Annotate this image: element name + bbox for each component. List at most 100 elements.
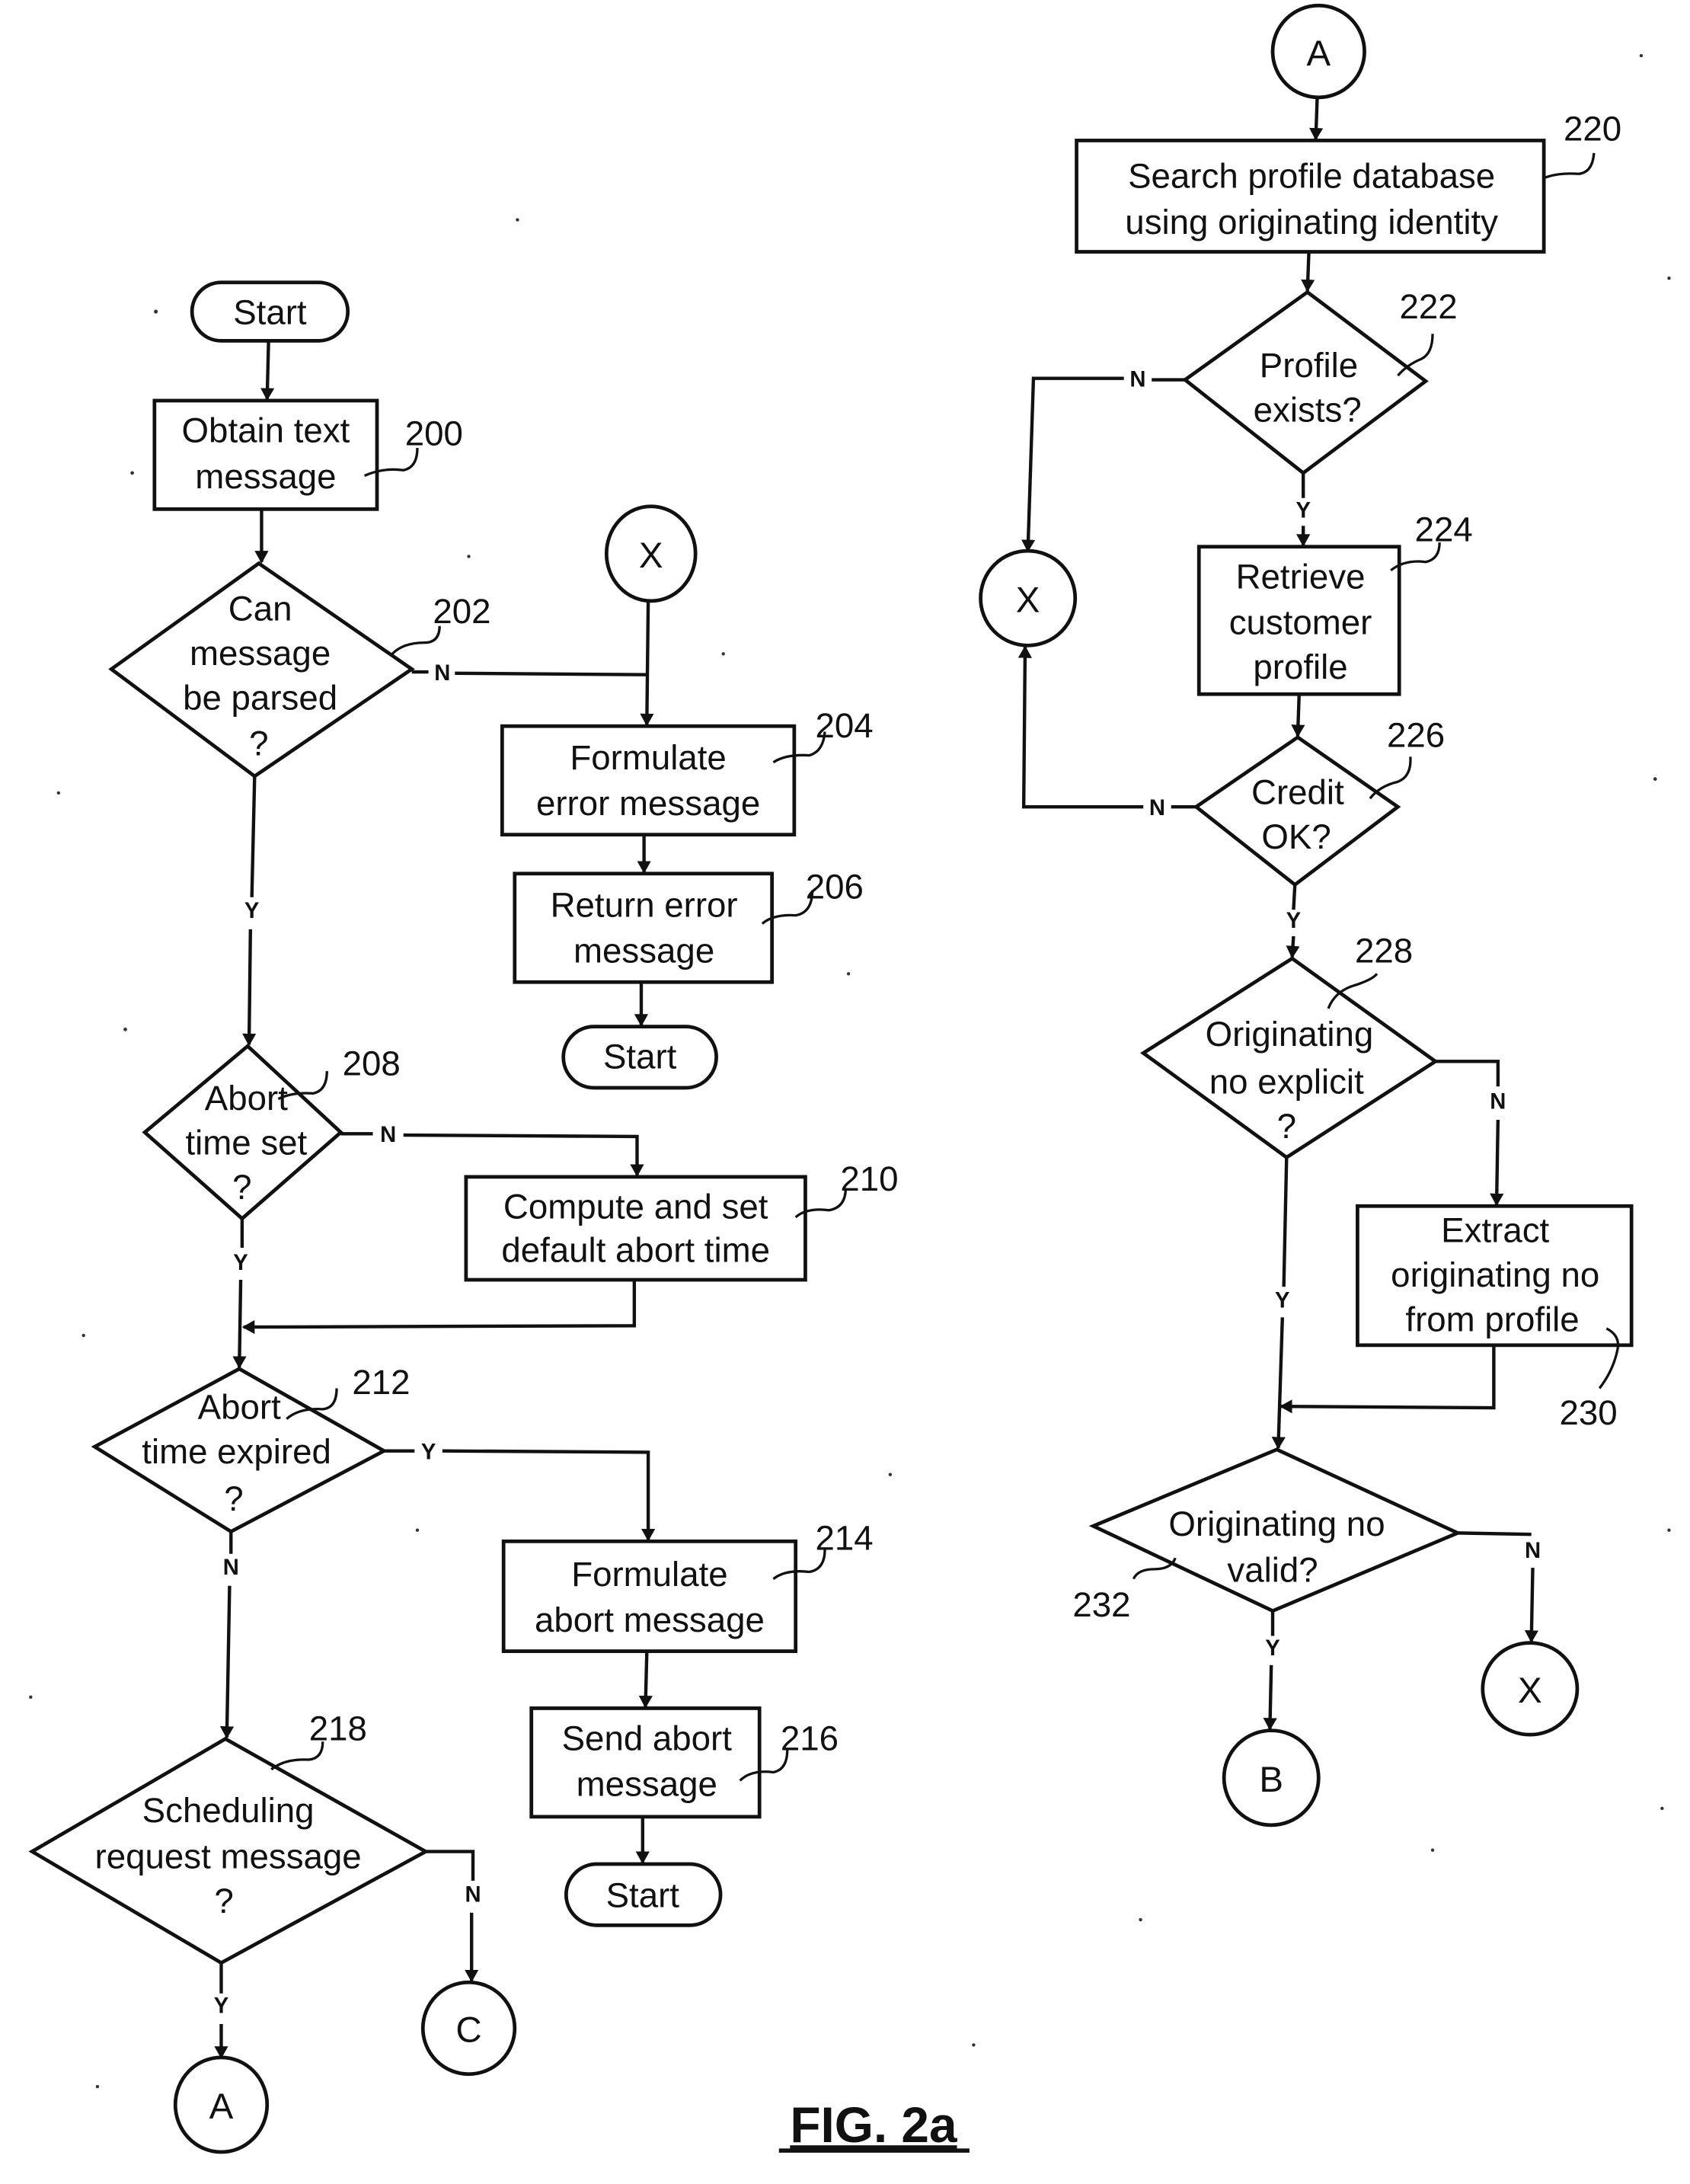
step-218-line-1: Scheduling: [142, 1791, 315, 1830]
step-204-line-2: error message: [536, 784, 760, 823]
yes-label-218: Y: [214, 1994, 228, 2018]
process-204-formulate-error-message: Formulate error message 204: [500, 706, 874, 837]
ref-206: 206: [806, 868, 864, 907]
decision-208-abort-time-set: Abort time set ? 208: [142, 1044, 401, 1221]
line-202-no-b: [455, 671, 647, 676]
ref-220: 220: [1564, 109, 1621, 148]
no-label-226: N: [1149, 796, 1165, 820]
no-label-222: N: [1129, 368, 1145, 392]
arrow-x-to-204: [640, 600, 654, 727]
arrow-208-no-to-210: [403, 1133, 644, 1177]
arrow-214-to-216: [638, 1652, 653, 1709]
ref-204: 204: [816, 706, 874, 745]
step-218-line-3: ?: [214, 1882, 233, 1920]
process-206-return-error-message: Return error message 206: [513, 868, 864, 984]
yes-label-212: Y: [421, 1441, 436, 1465]
line-228-yes-a: [1282, 1157, 1289, 1287]
step-228-line-1: Originating: [1206, 1015, 1374, 1054]
step-212-line-2: time expired: [142, 1432, 331, 1471]
line-218-no-a: [425, 1850, 475, 1881]
arrow-226-yes-to-228: [1286, 935, 1300, 959]
line-232-no-a: [1457, 1531, 1532, 1536]
connector-c: C: [420, 1980, 517, 2077]
arrow-232-yes-to-b: [1263, 1664, 1277, 1731]
connector-x-top: X: [604, 504, 698, 603]
step-224-line-1: Retrieve: [1236, 557, 1366, 596]
arrow-212-yes-to-214: [442, 1449, 656, 1542]
step-230-line-2: originating no: [1391, 1255, 1599, 1294]
step-230-line-3: from profile: [1405, 1300, 1579, 1339]
start-terminal-top: Start: [190, 280, 350, 343]
step-216-line-1: Send abort: [562, 1719, 733, 1757]
step-212-line-3: ?: [224, 1479, 243, 1518]
decision-212-abort-time-expired: Abort time expired ? 212: [91, 1363, 411, 1534]
yes-label-222: Y: [1295, 498, 1310, 523]
decision-222-profile-exists: Profile exists? 222: [1182, 287, 1458, 475]
arrow-230-merge: [1279, 1346, 1496, 1414]
step-214-line-1: Formulate: [571, 1555, 727, 1594]
decision-228-originating-no-explicit: Originating no explicit ? 228: [1139, 932, 1439, 1160]
process-216-send-abort-message: Send abort message 216: [529, 1706, 839, 1819]
ref-214: 214: [816, 1518, 874, 1557]
ref-216: 216: [781, 1719, 839, 1757]
ref-202: 202: [433, 592, 490, 631]
arrow-a-to-220: [1309, 98, 1324, 141]
arrow-222-no-to-x: [1021, 376, 1124, 552]
connector-x-bottom-label: X: [1518, 1671, 1542, 1711]
step-212-line-1: Abort: [198, 1388, 281, 1427]
step-208-line-3: ?: [232, 1168, 251, 1207]
ref-224: 224: [1415, 510, 1473, 548]
yes-label-226: Y: [1286, 909, 1301, 933]
start-terminal-after-206: Start: [561, 1025, 718, 1090]
arrow-210-merge: [241, 1281, 637, 1335]
step-206-line-2: message: [573, 932, 714, 970]
connector-b: B: [1222, 1728, 1321, 1827]
process-224-retrieve-customer-profile: Retrieve customer profile 224: [1196, 510, 1473, 696]
step-220-line-1: Search profile database: [1128, 157, 1495, 196]
step-226-line-2: OK?: [1261, 817, 1331, 856]
ref-212: 212: [352, 1363, 410, 1402]
no-label-208: N: [380, 1123, 396, 1147]
arrow-228-yes-to-232: [1271, 1317, 1286, 1450]
step-200-line-2: message: [195, 457, 336, 496]
step-222-line-1: Profile: [1260, 346, 1358, 385]
ref-228: 228: [1355, 932, 1413, 970]
process-214-formulate-abort-message: Formulate abort message 214: [501, 1518, 874, 1653]
yes-label-202: Y: [244, 899, 259, 923]
ref-218: 218: [309, 1709, 367, 1748]
connector-x-mid: X: [979, 548, 1078, 648]
arrow-start-to-200: [260, 342, 275, 401]
arrow-220-to-222: [1301, 253, 1315, 293]
ref-210: 210: [840, 1159, 898, 1198]
step-224-line-2: customer: [1229, 603, 1372, 642]
start-label: Start: [233, 293, 307, 331]
ref-200: 200: [405, 414, 463, 452]
step-204-line-1: Formulate: [570, 738, 726, 777]
ref-leader-222: [1397, 334, 1434, 377]
start-label-206: Start: [603, 1037, 677, 1076]
step-210-line-2: default abort time: [501, 1230, 770, 1269]
arrow-226-no-to-x: [1018, 645, 1144, 809]
step-222-line-2: exists?: [1254, 390, 1362, 429]
arrow-208-yes-to-212: [232, 1279, 247, 1369]
connector-x-bottom: X: [1481, 1641, 1580, 1737]
no-label-218: N: [465, 1882, 481, 1907]
process-210-compute-default-abort-time: Compute and set default abort time 210: [464, 1159, 899, 1282]
step-208-line-1: Abort: [205, 1079, 288, 1118]
line-226-yes-a: [1292, 884, 1297, 910]
connector-a-bottom-label: A: [209, 2086, 234, 2127]
step-230-line-1: Extract: [1441, 1211, 1549, 1250]
step-200-line-1: Obtain text: [182, 411, 350, 450]
connector-c-label: C: [455, 2010, 481, 2051]
arrow-232-no-to-x: [1524, 1567, 1539, 1643]
step-220-line-2: using originating identity: [1125, 203, 1498, 241]
connector-x-mid-label: X: [1016, 580, 1040, 620]
no-label-212: N: [223, 1556, 239, 1580]
decision-218-scheduling-request-message: Scheduling request message ? 218: [28, 1709, 430, 1965]
connector-a-bottom: A: [173, 2055, 270, 2154]
step-228-line-2: no explicit: [1209, 1062, 1364, 1101]
ref-232: 232: [1072, 1585, 1130, 1624]
ref-leader-226: [1369, 756, 1412, 800]
step-202-line-1: Can: [228, 589, 292, 628]
line-228-no-a: [1435, 1060, 1500, 1087]
